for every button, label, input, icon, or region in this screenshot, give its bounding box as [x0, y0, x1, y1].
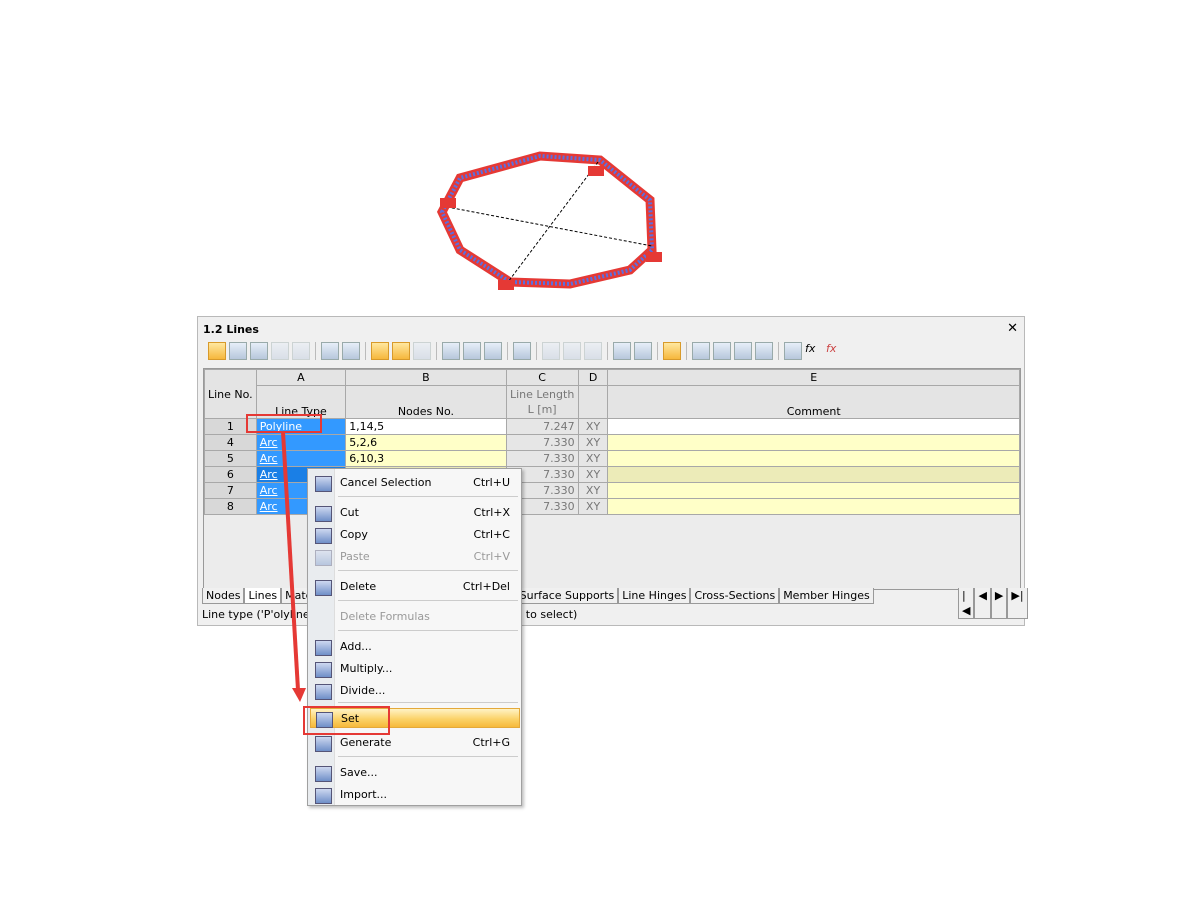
menu-item-import[interactable]: Import... [310, 785, 520, 805]
import-icon [315, 788, 332, 804]
highlight-box-set [303, 706, 390, 735]
menu-item-cancel-selection[interactable]: Cancel Selection Ctrl+U [310, 473, 520, 493]
menu-separator [338, 600, 518, 601]
menu-item-label: Delete Formulas [340, 610, 430, 623]
delete-icon [315, 580, 332, 596]
menu-separator [338, 756, 518, 757]
menu-item-generate[interactable]: Generate Ctrl+G [310, 733, 520, 753]
menu-item-label: Multiply... [340, 662, 393, 675]
menu-item-delete-formulas[interactable]: Delete Formulas [310, 607, 520, 627]
menu-item-paste[interactable]: Paste Ctrl+V [310, 547, 520, 567]
menu-item-shortcut: Ctrl+X [473, 506, 510, 519]
highlight-box-polyline [246, 414, 322, 433]
menu-item-add[interactable]: Add... [310, 637, 520, 657]
menu-item-divide[interactable]: Divide... [310, 681, 520, 701]
annotation-overlay [281, 431, 300, 691]
menu-item-cut[interactable]: Cut Ctrl+X [310, 503, 520, 523]
menu-item-label: Generate [340, 736, 392, 749]
generate-icon [315, 736, 332, 752]
menu-separator [338, 630, 518, 631]
menu-item-label: Divide... [340, 684, 386, 697]
menu-item-delete[interactable]: Delete Ctrl+Del [310, 577, 520, 597]
menu-item-shortcut: Ctrl+Del [462, 580, 510, 593]
cancel-selection-icon [315, 476, 332, 492]
save-icon [315, 766, 332, 782]
context-menu: Cancel Selection Ctrl+U Cut Ctrl+X Copy Ctrl+… [307, 468, 522, 806]
copy-icon [315, 528, 332, 544]
menu-item-label: Delete [340, 580, 377, 593]
menu-item-label: Copy [340, 528, 368, 541]
menu-item-label: Add... [340, 640, 372, 653]
divide-icon [315, 684, 332, 700]
menu-item-shortcut: Ctrl+V [473, 550, 510, 563]
add-icon [315, 640, 332, 656]
menu-item-shortcut: Ctrl+U [473, 476, 510, 489]
menu-item-label: Import... [340, 788, 387, 801]
menu-item-shortcut: Ctrl+G [472, 736, 510, 749]
menu-item-shortcut: Ctrl+C [473, 528, 510, 541]
multiply-icon [315, 662, 332, 678]
menu-item-label: Save... [340, 766, 378, 779]
menu-separator [338, 702, 518, 703]
menu-item-multiply[interactable]: Multiply... [310, 659, 520, 679]
menu-item-label: Cut [340, 506, 359, 519]
menu-item-copy[interactable]: Copy Ctrl+C [310, 525, 520, 545]
menu-separator [338, 570, 518, 571]
scissors-icon [315, 506, 332, 522]
paste-icon [315, 550, 332, 566]
annotation-arrow [281, 431, 300, 691]
menu-item-label: Cancel Selection [340, 476, 432, 489]
menu-item-save[interactable]: Save... [310, 763, 520, 783]
menu-item-label: Paste [340, 550, 370, 563]
menu-separator [338, 496, 518, 497]
